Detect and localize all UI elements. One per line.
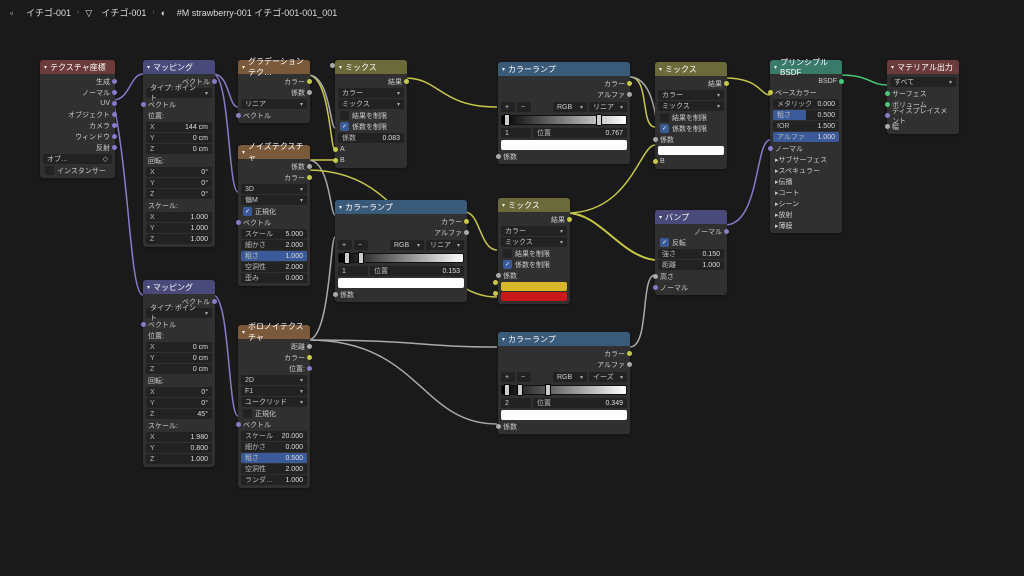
node-title: グラデーションテク… — [248, 56, 306, 78]
node-bump[interactable]: ▾バンプ ノーマル ✓反転 強さ0.150 距離1.000 高さ ノーマル — [655, 210, 727, 295]
node-mix-1[interactable]: ▾ミックス 結果 カラー ミックス 結果を制限 ✓係数を制限 係数0.083 A… — [335, 60, 407, 168]
node-title: バンプ — [665, 212, 689, 223]
node-title: ミックス — [345, 62, 377, 73]
object-icon: ▽ — [85, 8, 95, 18]
node-voronoi-texture[interactable]: ▾ボロノイテクスチャ 距離 カラー 位置: 2D F1 ユークリッド 正規化 ベ… — [238, 325, 310, 488]
node-title: マッピング — [153, 62, 193, 73]
gradient-type[interactable]: リニア — [241, 99, 307, 109]
rot-x[interactable]: X0° — [146, 167, 212, 177]
color-swatch[interactable] — [338, 278, 464, 288]
socket-uv[interactable]: UV — [43, 98, 112, 109]
node-mix-2[interactable]: ▾ミックス 結果 カラー ミックス 結果を制限 ✓係数を制限 係数 — [498, 198, 570, 304]
crumb-a[interactable]: イチゴ-001 — [26, 6, 71, 19]
socket-camera[interactable]: カメラ — [43, 120, 112, 131]
node-color-ramp-2[interactable]: ▾カラーランプ カラー アルファ + − RGB リニア 1 位置0.767 係… — [498, 62, 630, 164]
type-select[interactable]: タイプ: ポイント — [146, 308, 212, 318]
chevron-down-icon: ▾ — [44, 64, 47, 71]
node-color-ramp-1[interactable]: ▾カラーランプ カラー アルファ + − RGB リニア 1 位置0.153 係… — [335, 200, 467, 302]
color-a[interactable] — [658, 146, 724, 155]
node-title: マッピング — [153, 282, 193, 293]
object-field[interactable]: オブ…◇ — [43, 154, 112, 164]
socket-window[interactable]: ウィンドウ — [43, 131, 112, 142]
node-title: カラーランプ — [345, 202, 393, 213]
socket-normal[interactable]: ノーマル — [43, 87, 112, 98]
node-title: ノイズテクスチャ — [248, 141, 306, 163]
node-gradient-texture[interactable]: ▾グラデーションテク… カラー 係数 リニア ベクトル — [238, 60, 310, 123]
crumb-b[interactable]: イチゴ-001 — [101, 6, 146, 19]
add-stop[interactable]: + — [338, 240, 352, 250]
rot-z[interactable]: Z0° — [146, 189, 212, 199]
socket-vector-out[interactable]: ベクトル — [146, 76, 212, 87]
node-material-output[interactable]: ▾マテリアル出力 すべて サーフェス ボリューム ディスプレイスメント 幅 — [887, 60, 959, 134]
node-title: カラーランプ — [508, 334, 556, 345]
node-title: マテリアル出力 — [897, 62, 953, 73]
from-instancer[interactable]: インスタンサー — [43, 165, 112, 176]
chevron-right-icon: › — [152, 9, 154, 16]
socket-vector-in[interactable]: ベクトル — [146, 99, 212, 110]
normalize[interactable]: ✓正規化 — [241, 206, 307, 217]
type-select[interactable]: タイプ: ポイント — [146, 88, 212, 98]
scale-x[interactable]: X1.000 — [146, 212, 212, 222]
material-icon: ◐ — [161, 8, 171, 18]
color-ramp-gradient[interactable] — [338, 253, 464, 263]
socket-generated[interactable]: 生成 — [43, 76, 112, 87]
node-mapping-1[interactable]: ▾マッピング ベクトル タイプ: ポイント ベクトル 位置: X144 cm Y… — [143, 60, 215, 247]
node-mapping-2[interactable]: ▾マッピング ベクトル タイプ: ポイント ベクトル 位置: X0 cm Y0 … — [143, 280, 215, 467]
color-b[interactable] — [501, 292, 567, 301]
node-color-ramp-3[interactable]: ▾カラーランプ カラー アルファ + − RGB イーズ 2 位置0.349 係… — [498, 332, 630, 434]
node-noise-texture[interactable]: ▾ノイズテクスチャ 係数 カラー 3D 偏M ✓正規化 ベクトル スケール5.0… — [238, 145, 310, 286]
node-title: ミックス — [665, 64, 697, 75]
remove-stop[interactable]: − — [354, 240, 368, 250]
node-title: プリンシプルBSDF — [780, 57, 838, 77]
mesh-icon: ▫ — [10, 8, 20, 18]
loc-z[interactable]: Z0 cm — [146, 144, 212, 154]
node-title: テクスチャ座標 — [50, 62, 106, 73]
socket-object[interactable]: オブジェクト — [43, 109, 112, 120]
node-title: カラーランプ — [508, 64, 556, 75]
breadcrumb[interactable]: ▫ イチゴ-001 › ▽ イチゴ-001 › ◐ #M strawberry-… — [10, 6, 337, 19]
chevron-right-icon: › — [77, 9, 79, 16]
node-texture-coordinate[interactable]: ▾テクスチャ座標 生成 ノーマル UV オブジェクト カメラ ウィンドウ 反射 … — [40, 60, 115, 178]
scale-y[interactable]: Y1.000 — [146, 223, 212, 233]
node-principled-bsdf[interactable]: ▾プリンシプルBSDF BSDF ベースカラー メタリック0.000 粗さ0.5… — [770, 60, 842, 233]
loc-y[interactable]: Y0 cm — [146, 133, 212, 143]
node-mix-3[interactable]: ▾ミックス 結果 カラー ミックス 結果を制限 ✓係数を制限 係数 B — [655, 62, 727, 169]
node-title: ミックス — [508, 200, 540, 211]
loc-x[interactable]: X144 cm — [146, 122, 212, 132]
socket-reflection[interactable]: 反射 — [43, 142, 112, 153]
crumb-c[interactable]: #M strawberry-001 イチゴ-001-001_001 — [177, 6, 338, 19]
node-title: ボロノイテクスチャ — [248, 321, 306, 343]
rot-y[interactable]: Y0° — [146, 178, 212, 188]
color-a[interactable] — [501, 282, 567, 291]
scale-z[interactable]: Z1.000 — [146, 234, 212, 244]
